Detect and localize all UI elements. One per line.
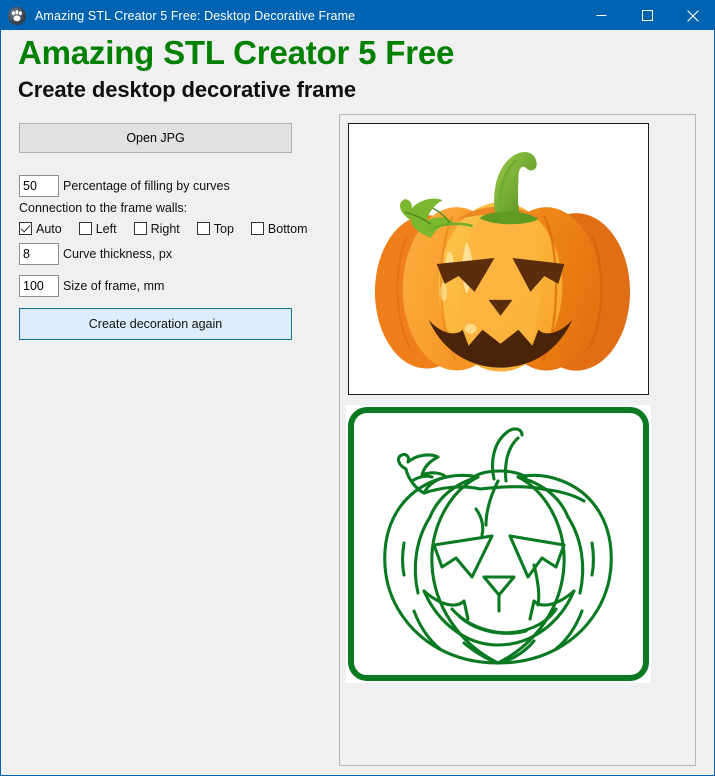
checkbox-bottom-box[interactable] — [250, 222, 264, 235]
open-jpg-button[interactable]: Open JPG — [19, 123, 292, 153]
app-window: Amazing STL Creator 5 Free: Desktop Deco… — [0, 0, 715, 776]
curve-thickness-input[interactable] — [19, 243, 59, 265]
checkbox-right[interactable]: Right — [133, 221, 180, 236]
window-title: Amazing STL Creator 5 Free: Desktop Deco… — [35, 8, 356, 23]
window-controls — [578, 1, 714, 30]
checkbox-auto-label: Auto — [36, 221, 62, 236]
close-button[interactable] — [670, 1, 714, 30]
frame-size-input[interactable] — [19, 275, 59, 297]
checkbox-left[interactable]: Left — [78, 221, 117, 236]
checkbox-bottom[interactable]: Bottom — [250, 221, 308, 236]
jack-o-lantern-pumpkin-photo — [349, 124, 648, 394]
paw-icon — [11, 9, 22, 21]
checkbox-auto[interactable]: Auto — [19, 222, 62, 236]
checkbox-right-label: Right — [150, 221, 180, 236]
preview-panel — [339, 114, 696, 766]
close-icon — [687, 9, 699, 22]
checkbox-bottom-label: Bottom — [267, 221, 308, 236]
maximize-icon — [641, 10, 653, 21]
page-title: Amazing STL Creator 5 Free — [18, 34, 455, 71]
checkbox-top-label: Top — [213, 221, 234, 236]
checkbox-right-box[interactable] — [133, 222, 147, 235]
minimize-icon — [596, 15, 606, 16]
jack-o-lantern-green-outline-frame — [346, 405, 651, 683]
paw-app-icon — [8, 6, 26, 25]
create-decoration-button[interactable]: Create decoration again — [19, 308, 292, 340]
fill-percentage-input[interactable] — [19, 175, 59, 197]
connection-group-label: Connection to the frame walls: — [19, 201, 188, 215]
fill-percentage-label: Percentage of filling by curves — [63, 179, 230, 193]
source-image-box[interactable] — [348, 123, 649, 395]
checkbox-top-box[interactable] — [196, 222, 210, 235]
checkbox-left-label: Left — [95, 221, 117, 236]
checkbox-left-box[interactable] — [78, 222, 92, 235]
curve-thickness-label: Curve thickness, px — [63, 247, 173, 261]
checkbox-auto-box[interactable] — [19, 222, 32, 235]
connection-checkbox-row: Auto Left Right Top Bottom — [19, 220, 325, 237]
checkbox-top[interactable]: Top — [196, 221, 234, 236]
output-image-box[interactable] — [346, 405, 651, 683]
page-subtitle: Create desktop decorative frame — [18, 77, 357, 102]
minimize-button[interactable] — [578, 1, 624, 30]
title-bar: Amazing STL Creator 5 Free: Desktop Deco… — [1, 1, 714, 30]
maximize-button[interactable] — [624, 1, 670, 30]
frame-size-label: Size of frame, mm — [63, 279, 165, 293]
